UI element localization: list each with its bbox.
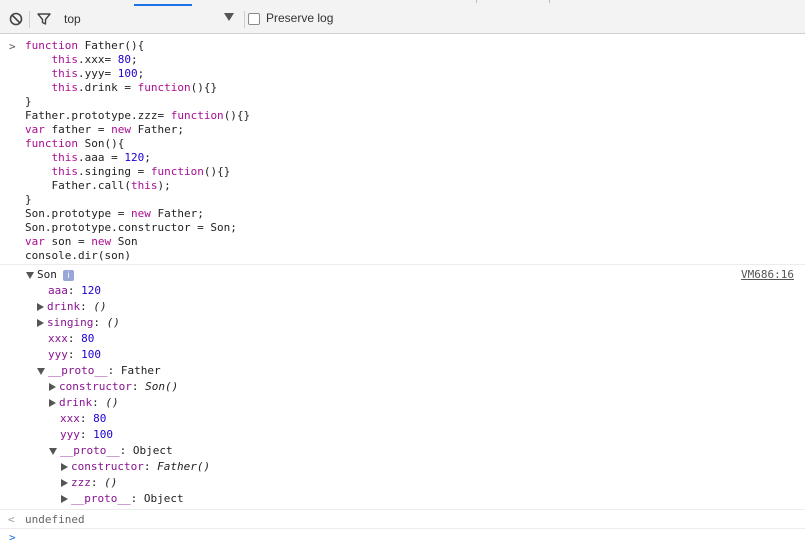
tree-prop-aaa: aaa: 120 [48, 284, 101, 297]
code-line: this.xxx= 80; [51, 53, 138, 66]
tree-prop-zzz[interactable]: zzz: () [61, 475, 117, 491]
preserve-log-label: Preserve log [266, 11, 334, 25]
console-output: > function Father(){ this.xxx= 80; this.… [0, 34, 805, 542]
collapsed-triangle-icon [37, 303, 44, 311]
entry-divider [0, 509, 805, 510]
result-prompt-icon: < [8, 513, 15, 526]
expanded-triangle-icon [49, 447, 57, 455]
toolbar-divider [244, 11, 245, 28]
tree-prop-constructor[interactable]: constructor: Son() [49, 379, 178, 395]
clear-console-icon[interactable] [8, 11, 24, 27]
tree-prop-xxx: xxx: 80 [48, 332, 95, 345]
code-line: Father.prototype.zzz= function(){} [25, 109, 251, 122]
source-link[interactable]: VM686:16 [741, 268, 794, 281]
code-line: console.dir(son) [25, 249, 131, 262]
code-line: this.drink = function(){} [51, 81, 218, 94]
filter-icon[interactable] [36, 11, 52, 27]
tree-proto-object[interactable]: __proto__: Object [61, 491, 184, 507]
collapsed-triangle-icon [61, 463, 68, 471]
context-selector-value: top [64, 12, 81, 26]
code-line: this.yyy= 100; [51, 67, 145, 80]
expanded-triangle-icon [26, 271, 34, 279]
tree-proto-object[interactable]: __proto__: Object [49, 443, 173, 459]
console-input-prompt[interactable]: > [9, 531, 16, 542]
tab-divider [549, 0, 550, 3]
code-line: Son.prototype.constructor = Son; [25, 221, 237, 234]
tab-divider [476, 0, 477, 3]
tree-proto-father[interactable]: __proto__: Father [37, 363, 161, 379]
tree-prop-drink[interactable]: drink: () [37, 299, 107, 315]
tree-prop-yyy: yyy: 100 [60, 428, 113, 441]
entry-divider [0, 264, 805, 265]
console-toolbar: top Preserve log [0, 6, 805, 34]
tree-root-son[interactable]: Son i [26, 267, 74, 283]
code-line: Son.prototype = new Father; [25, 207, 204, 220]
code-line: this.aaa = 120; [51, 151, 151, 164]
collapsed-triangle-icon [61, 479, 68, 487]
preserve-log-checkbox[interactable] [248, 13, 260, 25]
tree-prop-yyy: yyy: 100 [48, 348, 101, 361]
context-selector[interactable]: top [58, 8, 240, 29]
tree-prop-xxx: xxx: 80 [60, 412, 107, 425]
tree-prop-singing[interactable]: singing: () [37, 315, 120, 331]
code-line: var father = new Father; [25, 123, 184, 136]
toolbar-divider [29, 11, 30, 28]
result-value: undefined [25, 513, 85, 526]
chevron-down-icon [224, 13, 234, 21]
code-line: Father.call(this); [25, 179, 171, 192]
tree-prop-drink[interactable]: drink: () [49, 395, 119, 411]
collapsed-triangle-icon [37, 319, 44, 327]
info-icon: i [62, 269, 74, 281]
code-line: } [25, 193, 32, 206]
code-line: function Son(){ [25, 137, 125, 150]
code-line: } [25, 95, 32, 108]
expanded-triangle-icon [37, 367, 45, 375]
code-line: function Father(){ [25, 39, 145, 52]
collapsed-triangle-icon [49, 399, 56, 407]
input-prompt-icon: > [9, 40, 16, 53]
entry-divider [0, 528, 805, 529]
collapsed-triangle-icon [49, 383, 56, 391]
code-line: var son = new Son [25, 235, 138, 248]
code-line: this.singing = function(){} [51, 165, 231, 178]
tree-prop-constructor[interactable]: constructor: Father() [61, 459, 210, 475]
collapsed-triangle-icon [61, 495, 68, 503]
